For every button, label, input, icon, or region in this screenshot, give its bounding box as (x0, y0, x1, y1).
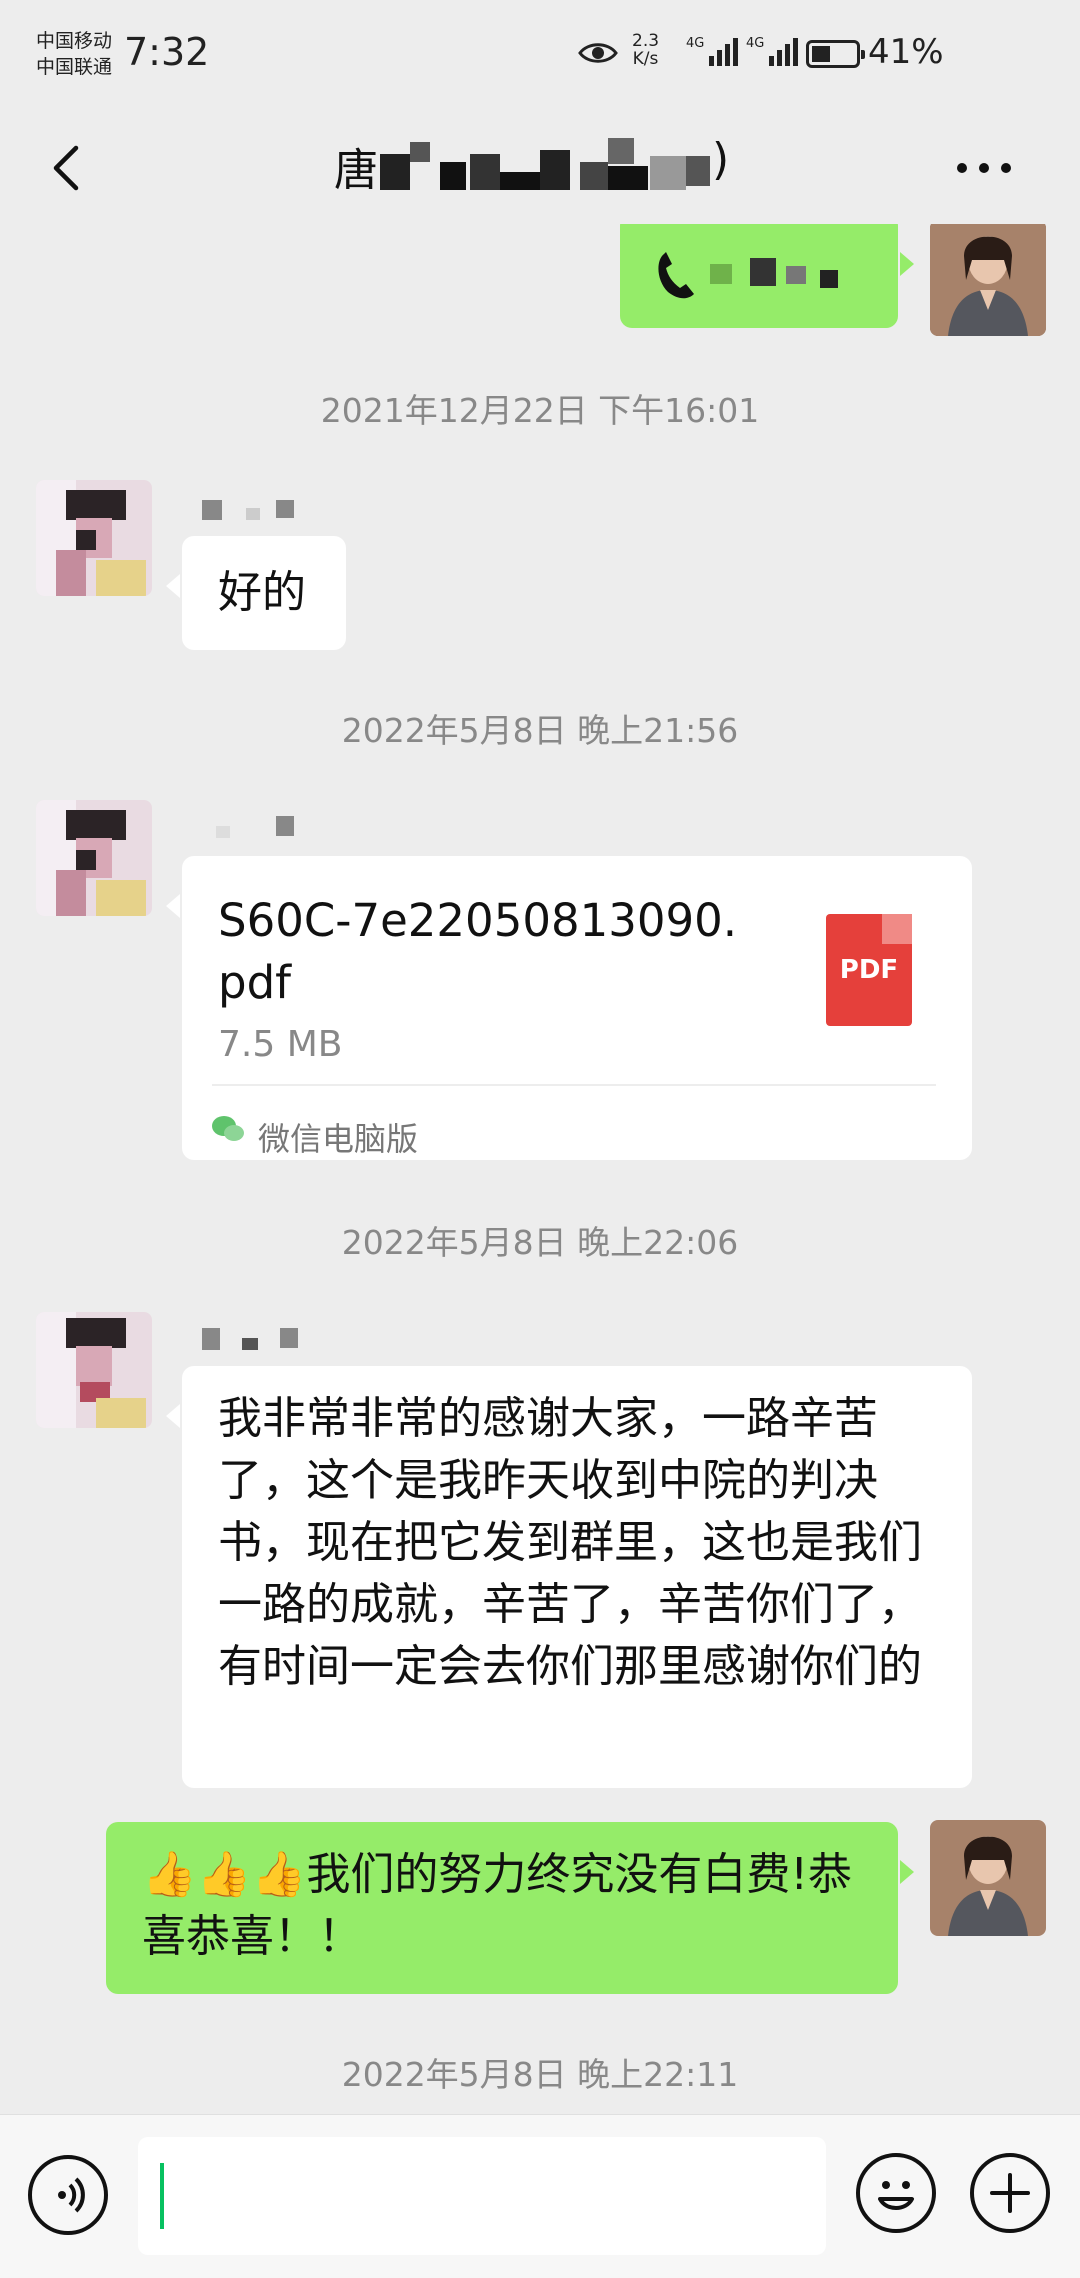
redacted-name-mosaic (380, 138, 710, 190)
signal-1-icon: 4G (686, 36, 739, 66)
thumbs-up-emoji: 👍👍👍 (142, 1849, 307, 1900)
file-size: 7.5 MB (218, 1024, 343, 1065)
plus-icon[interactable] (970, 2153, 1050, 2233)
self-avatar[interactable] (930, 224, 1046, 336)
carrier-2: 中国联通 (36, 56, 113, 78)
status-bar: 中国移动 中国联通 7:32 2.3 K/s 4G 4G 41% (0, 0, 1080, 112)
message-bubble[interactable]: 我非常非常的感谢大家，一路辛苦了，这个是我昨天收到中院的判决书，现在把它发到群里… (166, 1366, 972, 1788)
input-bar (0, 2114, 1080, 2278)
phone-icon (658, 252, 694, 299)
emoji-icon[interactable] (856, 2153, 936, 2233)
redacted-sender-name (202, 1328, 298, 1350)
self-avatar[interactable] (930, 1820, 1046, 1936)
contact-avatar[interactable] (36, 1312, 152, 1428)
chevron-left-icon[interactable] (40, 134, 100, 202)
contact-avatar[interactable] (36, 800, 152, 916)
message-bubble[interactable]: 好的 (166, 536, 346, 650)
divider (212, 1084, 936, 1086)
wechat-icon (212, 1116, 244, 1141)
text-cursor (160, 2163, 164, 2229)
message-list[interactable]: 2021年12月22日 下午16:01 好的 2022年5月8日 晚上21:56 (0, 224, 1080, 2114)
call-bubble[interactable] (620, 224, 914, 328)
file-message-card[interactable]: S60C-7e22050813090.pdf 7.5 MB PDF 微信电脑版 (166, 856, 972, 1160)
carrier-1: 中国移动 (36, 30, 113, 52)
pdf-file-icon: PDF (826, 914, 912, 1026)
timestamp: 2022年5月8日 晚上22:06 (341, 1223, 739, 1262)
signal-2-icon: 4G (746, 36, 799, 66)
voice-icon[interactable] (28, 2155, 108, 2235)
file-source-label: 微信电脑版 (258, 1120, 419, 1158)
message-input[interactable] (138, 2137, 826, 2255)
message-bubble[interactable]: 👍👍👍我们的努力终究没有白费!恭喜恭喜！！ (106, 1822, 914, 1994)
battery-icon (806, 40, 865, 68)
contact-avatar[interactable] (36, 480, 152, 596)
timestamp: 2022年5月8日 晚上22:11 (341, 2055, 739, 2094)
redacted-call-text (710, 258, 838, 288)
timestamp: 2022年5月8日 晚上21:56 (341, 711, 739, 750)
redacted-sender-name (202, 500, 294, 520)
chat-header: 唐 ) (0, 112, 1080, 224)
battery-percent: 41% (868, 32, 944, 72)
redacted-sender-name (216, 816, 294, 838)
more-dots-icon[interactable] (944, 148, 1024, 188)
file-name: S60C-7e22050813090.pdf (218, 894, 738, 1009)
eye-icon (578, 43, 618, 63)
timestamp: 2021年12月22日 下午16:01 (320, 391, 760, 430)
carrier-labels: 中国移动 中国联通 (36, 28, 112, 80)
net-speed: 2.3 K/s (632, 31, 660, 69)
status-time: 7:32 (124, 30, 210, 74)
